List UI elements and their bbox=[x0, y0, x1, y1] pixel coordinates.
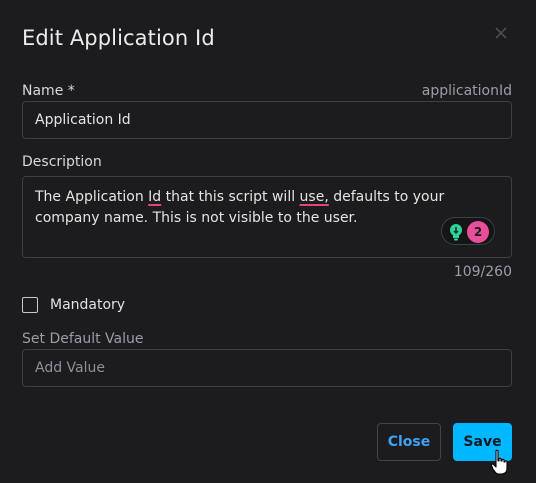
default-value-label: Set Default Value bbox=[22, 331, 144, 347]
default-value-placeholder: Add Value bbox=[35, 360, 105, 376]
grammar-error-word[interactable]: use, bbox=[300, 189, 329, 205]
description-text: The Application Id that this script will… bbox=[35, 187, 497, 229]
grammar-issue-count: 2 bbox=[467, 221, 489, 243]
character-counter: 109/260 bbox=[453, 264, 512, 280]
edit-application-id-dialog: Edit Application Id Name * applicationId… bbox=[0, 0, 536, 483]
description-textarea[interactable]: The Application Id that this script will… bbox=[22, 176, 512, 258]
mandatory-label: Mandatory bbox=[50, 297, 126, 313]
name-key-hint: applicationId bbox=[421, 83, 512, 99]
description-text-part: The Application bbox=[35, 189, 149, 205]
description-label: Description bbox=[22, 154, 102, 170]
grammar-checker-badge[interactable]: 2 bbox=[441, 217, 495, 245]
mandatory-checkbox[interactable] bbox=[22, 297, 38, 313]
default-value-input[interactable]: Add Value bbox=[22, 349, 512, 387]
close-dialog-icon[interactable] bbox=[492, 24, 510, 42]
description-text-part: that this script will bbox=[161, 189, 300, 205]
name-input[interactable]: Application Id bbox=[22, 101, 512, 139]
close-icon bbox=[495, 27, 507, 39]
name-input-value: Application Id bbox=[35, 112, 131, 128]
lightbulb-icon bbox=[450, 224, 462, 241]
spelling-error-word[interactable]: Id bbox=[148, 189, 161, 205]
dialog-title: Edit Application Id bbox=[22, 26, 215, 50]
save-button[interactable]: Save bbox=[453, 423, 512, 461]
name-label: Name * bbox=[22, 83, 75, 99]
close-button[interactable]: Close bbox=[377, 423, 441, 461]
